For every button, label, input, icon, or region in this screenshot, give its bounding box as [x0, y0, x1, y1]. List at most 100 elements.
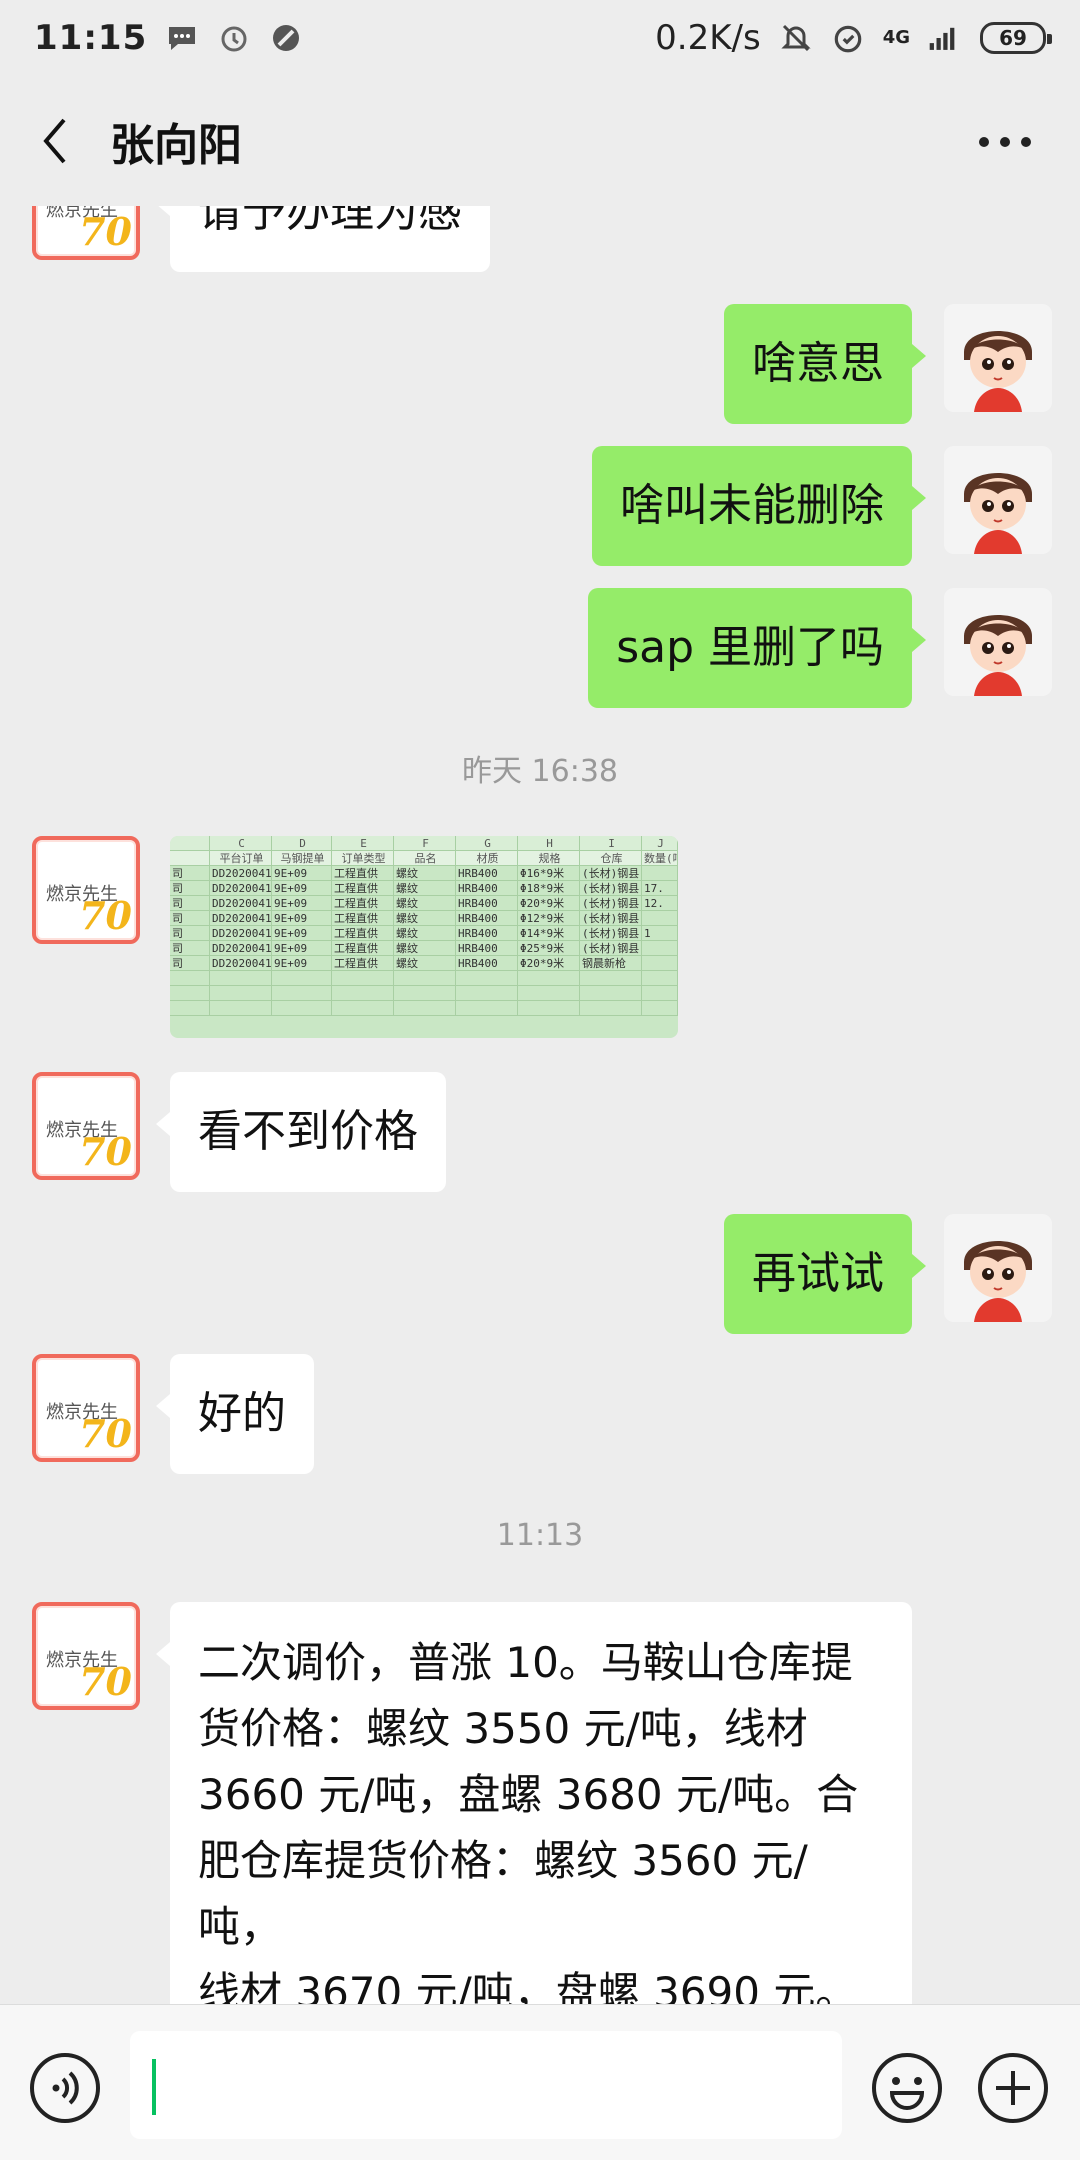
- sheet-cell: Φ18*9米: [518, 881, 580, 895]
- sheet-cell: 工程直供: [332, 866, 394, 880]
- emoji-icon: [872, 2053, 942, 2123]
- sheet-cell: 工程直供: [332, 926, 394, 940]
- sheet-cell: 司: [170, 941, 210, 955]
- sheet-cell: 9E+09: [272, 941, 332, 955]
- sheet-row: 司 DD20200411 9E+09 工程直供 螺纹 HRB400 Φ20*9米 钢晨新枪: [170, 956, 678, 971]
- self-avatar[interactable]: [944, 304, 1052, 412]
- more-button[interactable]: [970, 114, 1040, 170]
- voice-icon: [30, 2053, 100, 2123]
- sheet-cell: HRB400: [456, 926, 518, 940]
- message-bubble[interactable]: 再试试: [724, 1214, 926, 1334]
- sheet-cell: (长材)钢县: [580, 911, 642, 925]
- spreadsheet-image[interactable]: C D E F G H I J 平台订单 马钢提单 订单类型 品名 材质 规格 …: [170, 836, 678, 1038]
- sheet-cell: (长材)钢县: [580, 926, 642, 940]
- sheet-cell: Φ14*9米: [518, 926, 580, 940]
- emoji-button[interactable]: [870, 2051, 944, 2125]
- sheet-cell: [642, 956, 678, 970]
- more-dots-icon: [979, 137, 1031, 147]
- self-avatar[interactable]: [944, 588, 1052, 696]
- sheet-cell: 工程直供: [332, 881, 394, 895]
- message-bubble[interactable]: 请予办理为感: [156, 206, 490, 272]
- plus-icon: [978, 2053, 1048, 2123]
- sheet-row: 司 DD20200411 9E+09 工程直供 螺纹 HRB400 Φ25*9米 (长材)钢县: [170, 941, 678, 956]
- sheet-row: 司 DD20200411 9E+09 工程直供 螺纹 HRB400 Φ12*9米 (长材)钢县: [170, 911, 678, 926]
- message-line: 3660 元/吨，盘螺 3680 元/吨。合: [198, 1770, 859, 1819]
- self-avatar[interactable]: [944, 1214, 1052, 1322]
- sheet-cell: [642, 941, 678, 955]
- sheet-cell: HRB400: [456, 866, 518, 880]
- text-caret: [152, 2059, 156, 2115]
- sheet-cell: 螺纹: [394, 911, 456, 925]
- message-line: 线材 3670 元/吨，盘螺 3690 元。: [198, 1968, 858, 2004]
- sheet-cell: 司: [170, 956, 210, 970]
- signal-icon: [928, 21, 962, 55]
- chat-message-list[interactable]: 燃京先生 70 请予办理为感 啥意思 啥叫未能删除 sap 里删了吗 昨天 16…: [0, 206, 1080, 2004]
- message-bubble[interactable]: 看不到价格: [156, 1072, 446, 1192]
- cartoon-boy-icon: [944, 446, 1052, 554]
- message-bubble[interactable]: sap 里删了吗: [588, 588, 926, 708]
- sheet-cell: (长材)钢县: [580, 896, 642, 910]
- message-input[interactable]: [130, 2031, 842, 2139]
- avatar-brand-number: 70: [79, 1129, 132, 1174]
- sheet-cell: 螺纹: [394, 956, 456, 970]
- sheet-cell: 17.: [642, 881, 678, 895]
- contact-avatar[interactable]: 燃京先生 70: [32, 1354, 140, 1462]
- self-avatar[interactable]: [944, 446, 1052, 554]
- sheet-cell: 9E+09: [272, 866, 332, 880]
- add-button[interactable]: [976, 2051, 1050, 2125]
- timestamp: 昨天 16:38: [462, 754, 618, 789]
- sheet-header-row: 平台订单 马钢提单 订单类型 品名 材质 规格 仓库 数量(吨): [170, 851, 678, 866]
- sheet-cell: DD20200411: [212, 866, 272, 880]
- contact-avatar[interactable]: 燃京先生 70: [32, 1602, 140, 1710]
- sheet-cell: 螺纹: [394, 881, 456, 895]
- network-type: 4G: [882, 27, 910, 48]
- contact-avatar[interactable]: 燃京先生 70: [32, 1072, 140, 1180]
- chat-header: 张向阳: [0, 76, 1080, 206]
- avatar-brand-number: 70: [79, 893, 132, 938]
- chat-title: 张向阳: [110, 120, 242, 171]
- message-bubble[interactable]: 二次调价，普涨 10。马鞍山仓库提 货价格：螺纹 3550 元/吨，线材 366…: [156, 1602, 912, 2004]
- sheet-cell: 9E+09: [272, 896, 332, 910]
- message-icon: [165, 21, 199, 55]
- sheet-row: 司 DD20200411 9E+09 工程直供 螺纹 HRB400 Φ14*9米 (长材)钢县…: [170, 926, 678, 941]
- sheet-cell: Φ16*9米: [518, 866, 580, 880]
- chevron-left-icon: [43, 118, 66, 164]
- sheet-cell: DD20200411: [212, 926, 272, 940]
- sheet-empty-row: [170, 1001, 678, 1016]
- sheet-cell: 工程直供: [332, 911, 394, 925]
- message-line: 货价格：螺纹 3550 元/吨，线材: [198, 1704, 808, 1753]
- sheet-cell: HRB400: [456, 881, 518, 895]
- sheet-cell: 螺纹: [394, 896, 456, 910]
- sheet-cell: 司: [170, 881, 210, 895]
- message-bubble[interactable]: 好的: [156, 1354, 314, 1474]
- sheet-row: 司 DD20200411 9E+09 工程直供 螺纹 HRB400 Φ16*9米 (长材)钢县: [170, 866, 678, 881]
- message-line: 二次调价，普涨 10。马鞍山仓库提: [198, 1638, 853, 1687]
- sheet-cell: 司: [170, 926, 210, 940]
- sheet-cell: DD20200411: [212, 911, 272, 925]
- sheet-cell: (长材)钢县: [580, 941, 642, 955]
- sheet-rows: 司 DD20200411 9E+09 工程直供 螺纹 HRB400 Φ16*9米 (长材)钢县…: [170, 866, 678, 1016]
- sheet-cell: 9E+09: [272, 956, 332, 970]
- sheet-cell: 1: [642, 926, 678, 940]
- sheet-cell: 工程直供: [332, 896, 394, 910]
- sheet-cell: 司: [170, 896, 210, 910]
- sheet-cell: Φ20*9米: [518, 896, 580, 910]
- contact-avatar[interactable]: 燃京先生 70: [32, 206, 140, 260]
- sheet-cell: [642, 866, 678, 880]
- mute-icon: [779, 21, 813, 55]
- sheet-cell: Φ20*9米: [518, 956, 580, 970]
- timestamp: 11:13: [496, 1518, 584, 1553]
- sheet-cell: Φ12*9米: [518, 911, 580, 925]
- voice-button[interactable]: [28, 2051, 102, 2125]
- message-bubble[interactable]: 啥意思: [724, 304, 926, 424]
- sheet-cell: 工程直供: [332, 941, 394, 955]
- message-bubble[interactable]: 啥叫未能删除: [592, 446, 926, 566]
- alarm-icon: [831, 21, 865, 55]
- sheet-cell: 螺纹: [394, 866, 456, 880]
- sheet-cell: 工程直供: [332, 956, 394, 970]
- sheet-cell: 9E+09: [272, 911, 332, 925]
- back-button[interactable]: [0, 76, 110, 206]
- contact-avatar[interactable]: 燃京先生 70: [32, 836, 140, 944]
- avatar-brand-number: 70: [79, 209, 132, 254]
- avatar-brand-number: 70: [79, 1659, 132, 1704]
